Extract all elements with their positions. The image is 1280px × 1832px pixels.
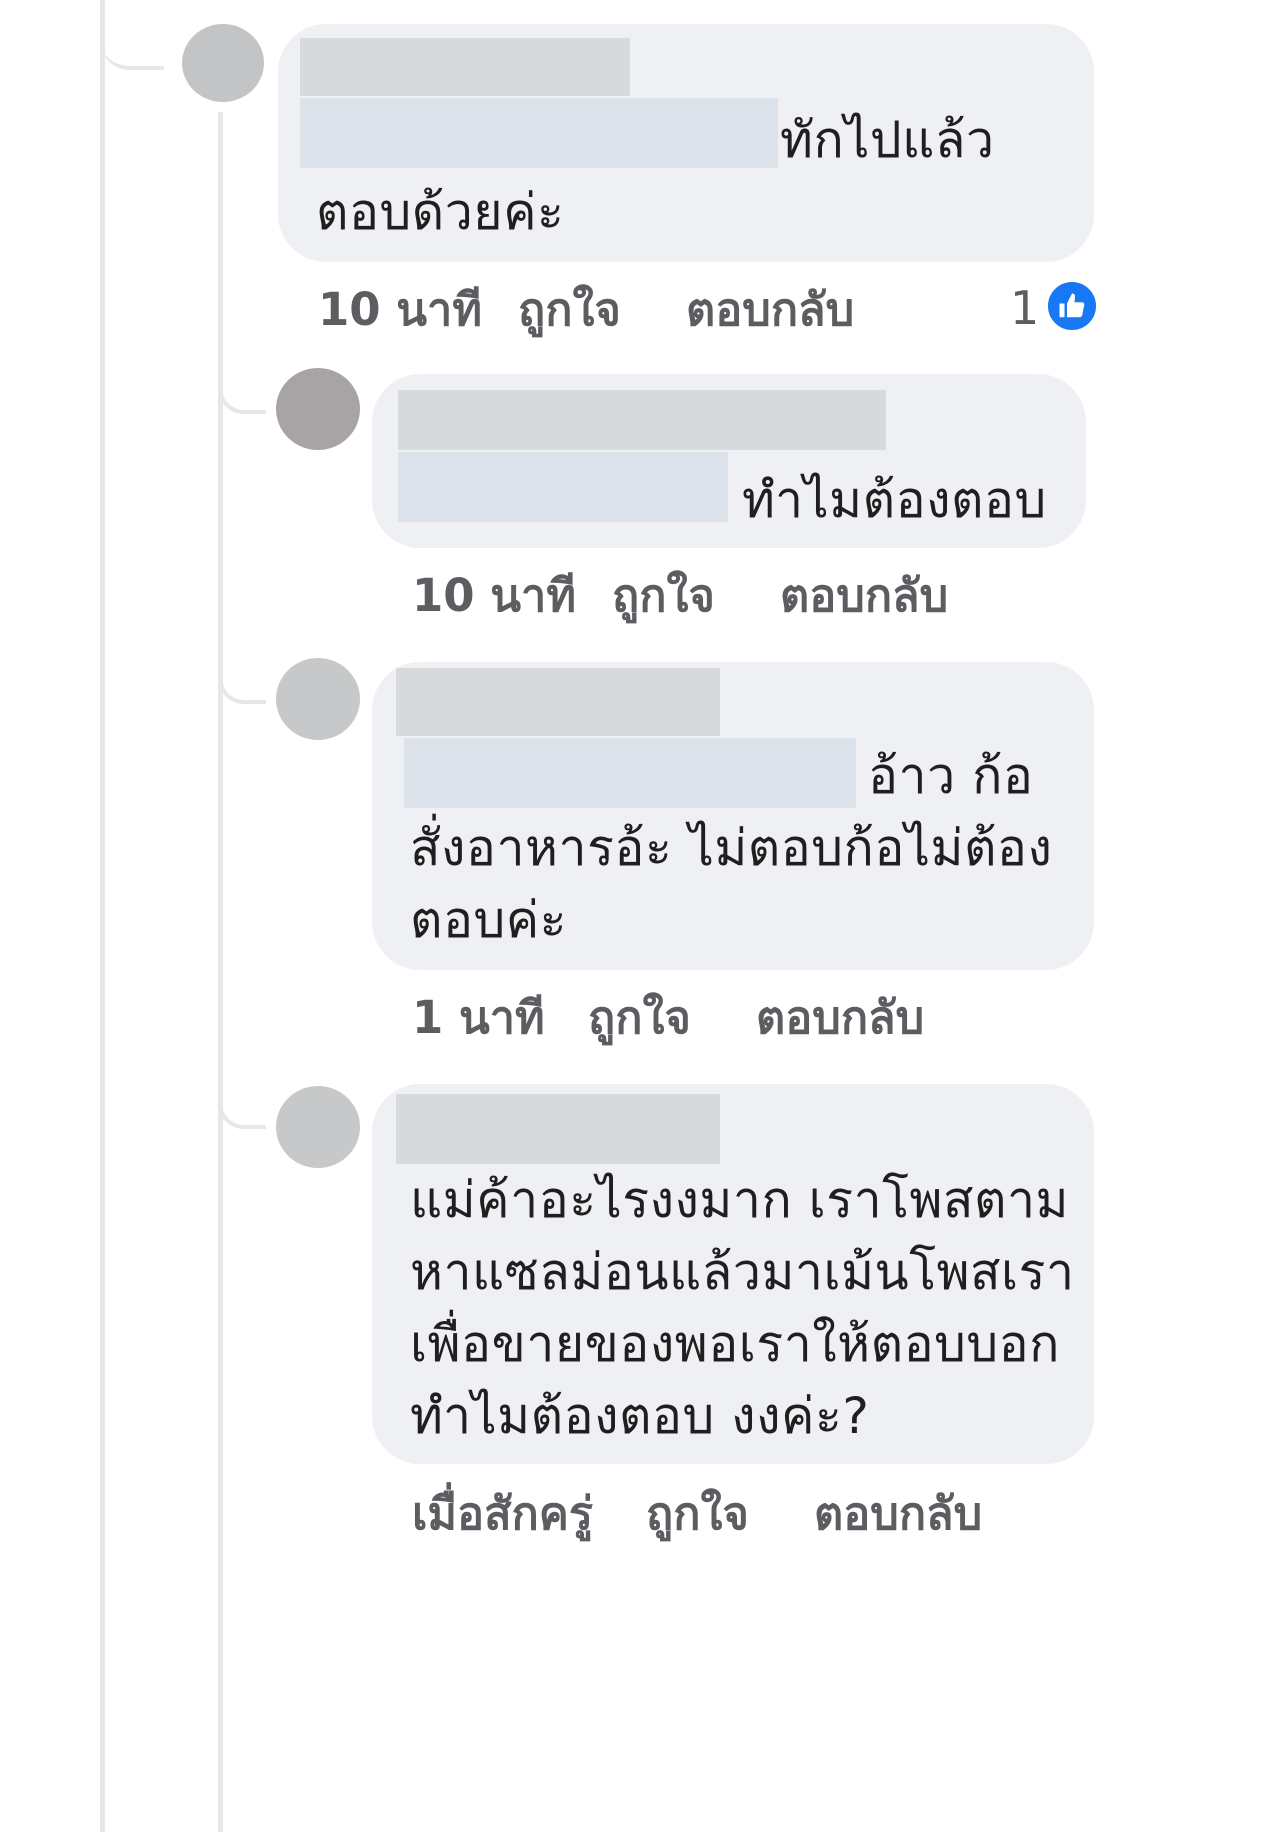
- comment-text-line: ทำไมต้องตอบ: [742, 471, 1047, 529]
- thumbs-up-icon[interactable]: [1044, 278, 1100, 334]
- comment-timestamp[interactable]: 10 นาที: [412, 568, 576, 624]
- reply-button[interactable]: ตอบกลับ: [686, 282, 854, 338]
- comment-text-line: อ้าว ก้อ: [868, 747, 1034, 805]
- blurred-text: [398, 452, 728, 522]
- comment-text-line: เพื่อขายของพอเราให้ตอบบอก: [410, 1315, 1060, 1373]
- thread-connector: [218, 1065, 266, 1129]
- blurred-author-name: [398, 390, 886, 450]
- comment-text-line: ตอบค่ะ: [410, 891, 568, 949]
- avatar[interactable]: [276, 368, 360, 450]
- comment-text-line: ทำไมต้องตอบ งงค่ะ?: [410, 1387, 870, 1445]
- blurred-text: [404, 738, 856, 808]
- comment-text-line: ตอบด้วยค่ะ: [316, 183, 565, 241]
- comment-text-line: หาแซลม่อนแล้วมาเม้นโพสเรา: [410, 1243, 1075, 1301]
- thread-connector: [100, 0, 164, 70]
- outer-thread-line: [100, 0, 105, 1832]
- avatar[interactable]: [276, 658, 360, 740]
- like-button[interactable]: ถูกใจ: [518, 282, 621, 338]
- blurred-text: [300, 98, 778, 168]
- comment-text-line: สั่งอาหารอ้ะ ไม่ตอบก้อไม่ต้อง: [410, 819, 1053, 877]
- thread-connector: [218, 640, 266, 704]
- comment-text-line: แม่ค้าอะไรงงมาก เราโพสตาม: [410, 1171, 1069, 1229]
- like-button[interactable]: ถูกใจ: [588, 990, 691, 1046]
- avatar[interactable]: [182, 24, 264, 102]
- reaction-count[interactable]: 1: [1010, 280, 1039, 336]
- comment-text-line: ทักไปแล้ว: [780, 111, 995, 169]
- reply-button[interactable]: ตอบกลับ: [756, 990, 924, 1046]
- comment-timestamp[interactable]: 1 นาที: [412, 990, 545, 1046]
- blurred-author-name: [300, 38, 630, 96]
- comment-timestamp[interactable]: เมื่อสักครู่: [412, 1486, 593, 1542]
- avatar[interactable]: [276, 1086, 360, 1168]
- reply-button[interactable]: ตอบกลับ: [814, 1486, 982, 1542]
- thread-connector: [218, 350, 266, 414]
- blurred-author-name: [396, 668, 720, 736]
- blurred-author-name: [396, 1094, 720, 1164]
- reply-button[interactable]: ตอบกลับ: [780, 568, 948, 624]
- like-button[interactable]: ถูกใจ: [646, 1486, 749, 1542]
- like-button[interactable]: ถูกใจ: [612, 568, 715, 624]
- comment-timestamp[interactable]: 10 นาที: [318, 282, 482, 338]
